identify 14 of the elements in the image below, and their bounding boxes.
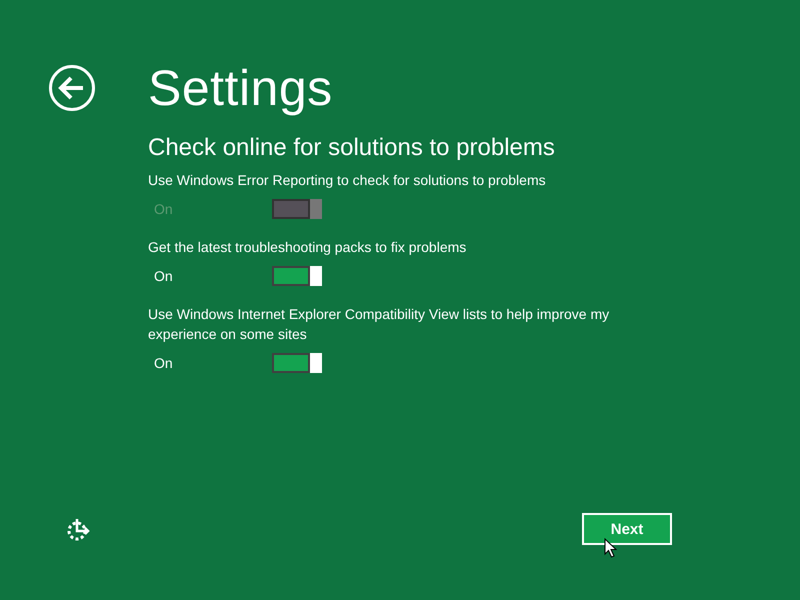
toggle-state-text: On (154, 268, 174, 284)
setting-label: Get the latest troubleshooting packs to fix problems (148, 238, 468, 257)
back-icon[interactable] (48, 64, 96, 112)
setting-label: Use Windows Internet Explorer Compatibility View lists to help improve my experience on some sites (148, 305, 610, 344)
toggle-switch[interactable] (272, 266, 322, 286)
toggle-state-text: On (154, 201, 174, 217)
ease-of-access-icon[interactable] (66, 516, 92, 542)
toggle-state-text: On (154, 355, 174, 371)
setting-label: Use Windows Error Reporting to check for solutions to problems (148, 171, 547, 190)
next-button[interactable]: Next (582, 513, 672, 545)
section-heading: Check online for solutions to problems (148, 134, 556, 162)
toggle-switch[interactable] (272, 353, 322, 373)
mouse-pointer-icon (604, 538, 618, 558)
page-title: Settings (148, 59, 333, 118)
